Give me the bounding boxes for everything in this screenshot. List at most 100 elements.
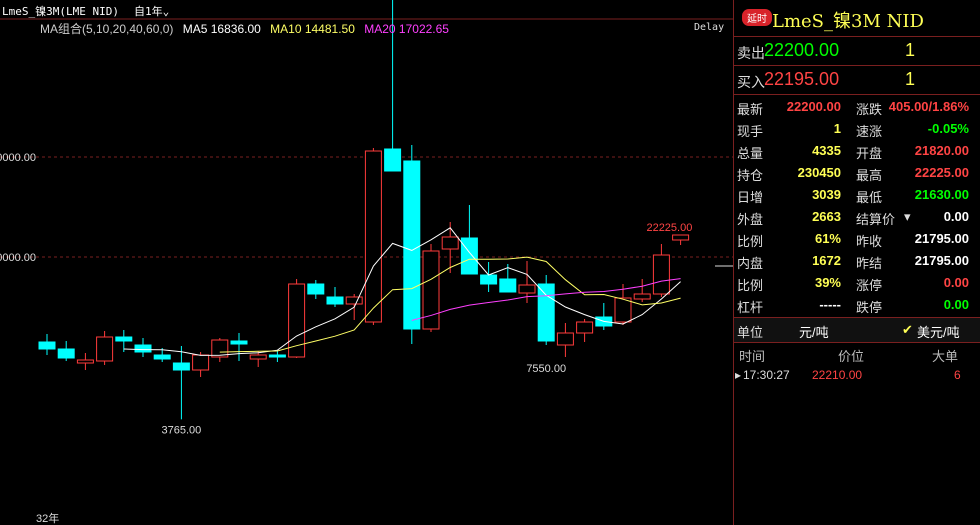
trade-row[interactable]: ▸ 17:30:27 22210.00 6 (734, 365, 980, 385)
stat-value: 22225.00 (914, 165, 969, 180)
candle-body (38, 341, 56, 350)
instrument-title: LmeS_镍3M NID (772, 11, 924, 32)
trade-list-header: 时间 价位 大单 (734, 343, 980, 365)
candle-body (172, 362, 190, 371)
ask-qty: 1 (904, 40, 915, 60)
ma20-value: MA20 17022.65 (364, 22, 449, 36)
period-menu[interactable]: 自1年⌄ (134, 3, 169, 19)
bid-price: 22195.00 (764, 69, 840, 89)
symbol-menu[interactable]: LmeS_镍3M(LME NID) (2, 3, 119, 19)
candle-body (480, 274, 498, 285)
x-axis-label: 32年 (36, 511, 59, 525)
y-axis-label: 30000.00 (0, 152, 36, 164)
stat-row: 日增 3039 最低 21630.00 (734, 185, 980, 207)
unit-label: 单位 (737, 325, 764, 340)
stat-label: 比例 (737, 278, 764, 293)
stat-label: 总量 (737, 146, 764, 161)
stat-value: 230450 (797, 165, 841, 180)
stat-value: 0.00 (943, 297, 969, 312)
stat-value: 0.00 (943, 275, 969, 290)
candle-body (556, 332, 574, 346)
stat-value: 39% (814, 275, 841, 290)
col-time: 时间 (739, 349, 766, 364)
ma-indicator-legend: MA组合(5,10,20,40,60,0) MA5 16836.00 MA10 … (40, 20, 455, 38)
chevron-down-icon: ⌄ (162, 5, 170, 18)
candle-body (441, 236, 459, 250)
stat-label: 持仓 (737, 168, 764, 183)
stat-value: 2663 (812, 209, 841, 224)
candle-body (384, 148, 402, 172)
bid-qty: 1 (904, 69, 915, 89)
stat-value: 22200.00 (786, 99, 841, 114)
quote-header: 延时 LmeS_镍3M NID (734, 0, 980, 36)
stat-label: 日增 (737, 190, 764, 205)
ask-price: 22200.00 (764, 40, 840, 60)
stat-row: 比例 61% 昨收 21795.00 (734, 229, 980, 251)
candle-body (652, 254, 670, 295)
stat-label: 涨跌 (856, 102, 883, 117)
delay-badge: 延时 (742, 9, 772, 26)
stat-row: 现手 1 速涨 -0.05% (734, 119, 980, 141)
candle-body (614, 297, 632, 323)
bid-label: 买入 (737, 74, 765, 90)
candle-body (499, 278, 517, 293)
stat-row: 杠杆 ----- 跌停 0.00 (734, 295, 980, 317)
stat-label: 昨收 (856, 234, 883, 249)
chevron-down-icon[interactable]: ▾ (904, 209, 911, 225)
candle-body (57, 348, 75, 359)
candle-body (326, 296, 344, 305)
check-icon: ✔ (902, 322, 913, 337)
chart-toolbar: LmeS_镍3M(LME NID) 自1年⌄ (0, 0, 733, 20)
stat-row: 内盘 1672 昨结 21795.00 (734, 251, 980, 273)
stat-value: 21630.00 (914, 187, 969, 202)
low-annotation: 3765.00 (162, 424, 202, 436)
stat-value: 4335 (812, 143, 841, 158)
kline-chart[interactable]: 30000.0020000.0051800.003765.007550.0022… (0, 0, 733, 525)
trade-price: 22210.00 (812, 368, 863, 382)
candle-body (249, 354, 267, 360)
y-axis-label: 20000.00 (0, 252, 36, 264)
quote-panel: 延时 LmeS_镍3M NID 卖出 22200.00 1 买入 22195.0… (733, 0, 980, 525)
candle-body (192, 354, 210, 371)
candle-body (633, 293, 651, 300)
stat-row: 比例 39% 涨停 0.00 (734, 273, 980, 295)
stat-label: 比例 (737, 234, 764, 249)
stat-row: 外盘 2663 结算价 0.00 ▾ (734, 207, 980, 229)
stat-value: -0.05% (927, 121, 969, 136)
stat-label: 最低 (856, 190, 883, 205)
col-big: 大单 (932, 349, 959, 364)
stat-value: 0.00 (943, 209, 969, 224)
stat-value: 21795.00 (914, 231, 969, 246)
candle-body (403, 160, 421, 330)
quote-stats: 最新 22200.00 涨跌 405.00/1.86% 现手 1 速涨 -0.05% 总量 433… (734, 94, 980, 317)
trade-list: 时间 价位 大单 ▸ 17:30:27 22210.00 6 (734, 342, 980, 385)
stat-label: 速涨 (856, 124, 883, 139)
stat-label: 跌停 (856, 300, 883, 315)
stat-value: 61% (814, 231, 841, 246)
col-price: 价位 (838, 349, 865, 364)
local-low-annotation: 7550.00 (526, 363, 566, 375)
unit-option-cny[interactable]: 元/吨 (799, 322, 829, 341)
trade-time: 17:30:27 (743, 368, 790, 382)
candle-body (96, 336, 114, 362)
bid-row[interactable]: 买入 22195.00 1 (734, 65, 980, 94)
ma-indicator-name[interactable]: MA组合(5,10,20,40,60,0) (40, 22, 173, 36)
stat-value: 3039 (812, 187, 841, 202)
candle-body (76, 359, 94, 364)
candle-body (268, 354, 286, 358)
trade-marker-icon: ▸ (735, 368, 742, 382)
stat-row: 持仓 230450 最高 22225.00 (734, 163, 980, 185)
stat-value: ----- (819, 297, 841, 312)
stat-label: 结算价 (856, 212, 896, 227)
ask-row[interactable]: 卖出 22200.00 1 (734, 36, 980, 65)
stat-label: 现手 (737, 124, 764, 139)
stat-label: 内盘 (737, 256, 764, 271)
stat-label: 外盘 (737, 212, 764, 227)
ma10-value: MA10 14481.50 (270, 22, 355, 36)
unit-option-usd[interactable]: 美元/吨 (917, 322, 960, 341)
candle-body (460, 237, 478, 275)
candle-body (134, 344, 152, 353)
stat-row: 总量 4335 开盘 21820.00 (734, 141, 980, 163)
candle-body (115, 336, 133, 342)
candle-body (345, 296, 363, 305)
